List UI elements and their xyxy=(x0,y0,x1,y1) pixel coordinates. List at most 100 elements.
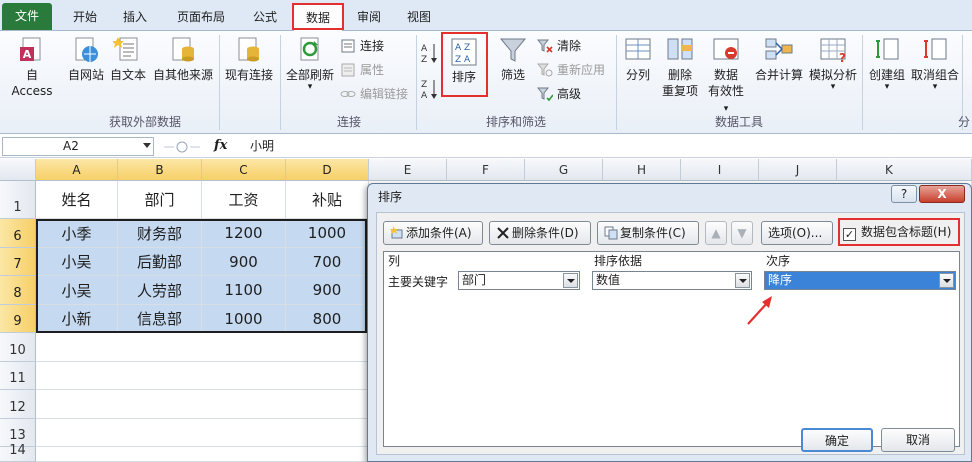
consolidate-button[interactable]: 合并计算 xyxy=(752,35,806,83)
cell-d7[interactable]: 700 xyxy=(286,248,369,276)
cell-b1[interactable]: 部门 xyxy=(118,181,202,219)
cell-b8[interactable]: 人劳部 xyxy=(118,276,202,305)
advanced-filter-button[interactable]: 高级 xyxy=(537,84,581,104)
sort-ascending-button[interactable]: AZ xyxy=(420,41,440,69)
row-header-9[interactable]: 9 xyxy=(0,305,36,333)
clear-button[interactable]: 清除 xyxy=(537,36,581,56)
cell-a9[interactable]: 小新 xyxy=(36,305,118,333)
row-header-11[interactable]: 11 xyxy=(0,362,36,390)
tab-insert[interactable]: 插入 xyxy=(112,4,158,31)
chevron-down-icon[interactable] xyxy=(143,143,151,148)
tab-formulas[interactable]: 公式 xyxy=(242,4,288,31)
from-text-button[interactable]: 自文本 xyxy=(108,35,148,83)
row-header-12[interactable]: 12 xyxy=(0,390,36,419)
column-header-c[interactable]: C xyxy=(202,159,286,181)
sort-dialog: 排序 ? X 添加条件(A) 删除条件(D) 复制条件(C) ▲ ▼ 选项(O)… xyxy=(367,183,972,462)
from-web-button[interactable]: 自网站 xyxy=(64,35,108,83)
row-header-7[interactable]: 7 xyxy=(0,248,36,276)
cell-a6[interactable]: 小季 xyxy=(36,219,118,248)
copy-level-button[interactable]: 复制条件(C) xyxy=(597,221,699,245)
chevron-down-icon[interactable] xyxy=(735,273,750,288)
ungroup-button[interactable]: 取消组合 ▾ xyxy=(910,35,960,92)
reapply-button[interactable]: 重新应用 xyxy=(537,60,605,80)
select-all-corner[interactable] xyxy=(0,159,36,181)
tab-view[interactable]: 视图 xyxy=(396,4,442,31)
row-header-6[interactable]: 6 xyxy=(0,219,36,248)
column-header-b[interactable]: B xyxy=(118,159,202,181)
add-level-button[interactable]: 添加条件(A) xyxy=(383,221,483,245)
column-header-a[interactable]: A xyxy=(36,159,118,181)
cancel-button[interactable]: 取消 xyxy=(881,428,955,452)
tab-home[interactable]: 开始 xyxy=(62,4,108,31)
order-select[interactable]: 降序 xyxy=(764,271,956,290)
options-button[interactable]: 选项(O)... xyxy=(761,221,833,245)
sort-az-icon: AZ xyxy=(421,44,437,65)
svg-text:Z: Z xyxy=(421,55,427,65)
move-down-button[interactable]: ▼ xyxy=(731,221,753,245)
ok-button[interactable]: 确定 xyxy=(801,428,873,452)
column-header-g[interactable]: G xyxy=(525,159,603,181)
cell-d1[interactable]: 补贴 xyxy=(286,181,369,219)
cell-a1[interactable]: 姓名 xyxy=(36,181,118,219)
empty-row[interactable] xyxy=(36,333,369,362)
existing-connections-button[interactable]: 现有连接 xyxy=(222,35,276,83)
cell-c7[interactable]: 900 xyxy=(202,248,286,276)
row-header-8[interactable]: 8 xyxy=(0,276,36,305)
sort-descending-button[interactable]: ZA xyxy=(420,77,440,105)
column-header-f[interactable]: F xyxy=(447,159,525,181)
cell-b7[interactable]: 后勤部 xyxy=(118,248,202,276)
what-if-analysis-button[interactable]: ? 模拟分析 ▾ xyxy=(806,35,860,92)
move-up-button[interactable]: ▲ xyxy=(705,221,727,245)
column-header-e[interactable]: E xyxy=(369,159,447,181)
row-header-14[interactable]: 14 xyxy=(0,443,36,462)
group-button[interactable]: 创建组 ▾ xyxy=(866,35,908,92)
sort-on-select[interactable]: 数值 xyxy=(592,271,752,290)
from-access-button[interactable]: A 自 Access xyxy=(4,35,60,99)
delete-level-button[interactable]: 删除条件(D) xyxy=(489,221,591,245)
clear-label: 清除 xyxy=(557,39,582,53)
cell-c8[interactable]: 1100 xyxy=(202,276,286,305)
cell-c9[interactable]: 1000 xyxy=(202,305,286,333)
cell-a8[interactable]: 小吴 xyxy=(36,276,118,305)
cell-d6[interactable]: 1000 xyxy=(286,219,369,248)
cell-c6[interactable]: 1200 xyxy=(202,219,286,248)
from-other-sources-button[interactable]: 自其他来源 xyxy=(150,35,216,83)
column-header-d[interactable]: D xyxy=(286,159,369,181)
cell-a7[interactable]: 小吴 xyxy=(36,248,118,276)
cell-b6[interactable]: 财务部 xyxy=(118,219,202,248)
column-header-h[interactable]: H xyxy=(603,159,681,181)
tab-page-layout[interactable]: 页面布局 xyxy=(166,4,236,31)
properties-button[interactable]: 属性 xyxy=(340,60,384,80)
fx-icon[interactable]: fx xyxy=(214,138,227,153)
tab-review[interactable]: 审阅 xyxy=(346,4,392,31)
empty-row[interactable] xyxy=(36,362,369,390)
edit-links-button[interactable]: 编辑链接 xyxy=(340,84,408,104)
column-header-k[interactable]: K xyxy=(837,159,972,181)
cell-d9[interactable]: 800 xyxy=(286,305,369,333)
formula-bar-divider-handle[interactable] xyxy=(160,140,204,154)
empty-row[interactable] xyxy=(36,390,369,419)
cell-b9[interactable]: 信息部 xyxy=(118,305,202,333)
chevron-down-icon[interactable] xyxy=(563,273,578,288)
tab-file[interactable]: 文件 xyxy=(2,3,52,30)
help-button[interactable]: ? xyxy=(891,185,917,203)
data-validation-button[interactable]: 数据 有效性 ▾ xyxy=(704,35,748,117)
chevron-down-icon[interactable] xyxy=(939,273,954,288)
column-header-j[interactable]: J xyxy=(759,159,837,181)
cell-c1[interactable]: 工资 xyxy=(202,181,286,219)
close-button[interactable]: X xyxy=(919,185,965,203)
empty-row[interactable] xyxy=(36,447,369,462)
column-select[interactable]: 部门 xyxy=(458,271,580,290)
filter-button[interactable]: 筛选 xyxy=(494,35,532,83)
row-header-1[interactable]: 1 xyxy=(0,181,36,219)
empty-row[interactable] xyxy=(36,419,369,447)
row-header-10[interactable]: 10 xyxy=(0,333,36,362)
name-box[interactable]: A2 xyxy=(2,137,154,156)
text-to-columns-button[interactable]: 分列 xyxy=(620,35,656,83)
column-header-i[interactable]: I xyxy=(681,159,759,181)
remove-duplicates-button[interactable]: 删除 重复项 xyxy=(658,35,702,99)
formula-input[interactable]: 小明 xyxy=(250,138,274,155)
connections-button[interactable]: 连接 xyxy=(340,36,384,56)
refresh-all-button[interactable]: 全部刷新 ▾ xyxy=(284,35,336,92)
cell-d8[interactable]: 900 xyxy=(286,276,369,305)
